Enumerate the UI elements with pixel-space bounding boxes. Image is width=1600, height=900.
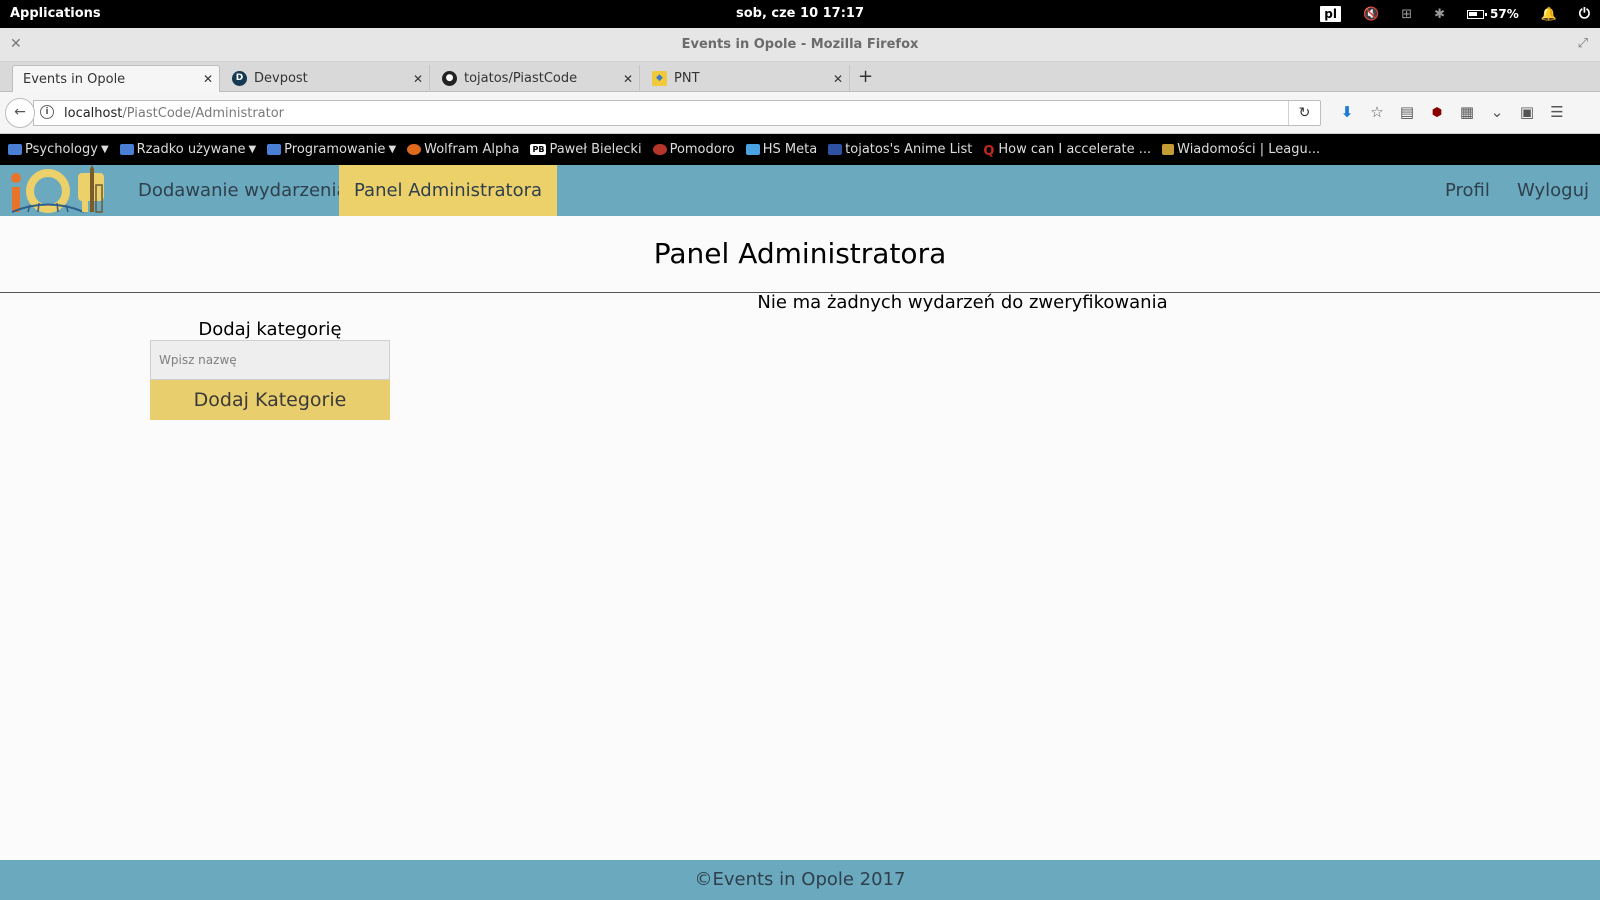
chevron-down-icon: ▼ [248,144,257,155]
site-info-icon[interactable]: i [40,105,54,119]
nav-admin-panel[interactable]: Panel Administratora [339,165,558,216]
window-maximize-icon[interactable]: ⤢ [1578,36,1588,51]
bookmark-label: Paweł Bielecki [549,142,642,157]
extension-icon[interactable]: ▦ [1452,103,1482,121]
os-top-panel: Applications sob, cze 10 17:17 pl 🔇 ⊞ ✱ … [0,0,1600,28]
league-icon [1162,144,1175,155]
folder-icon [267,144,282,155]
hs-icon [745,144,760,155]
bookmark-pomodoro[interactable]: Pomodoro [652,142,735,157]
url-bar[interactable]: i localhost/PiastCode/Administrator ↻ [33,100,1321,126]
bookmark-wolfram-alpha[interactable]: Wolfram Alpha [407,142,519,157]
add-category-title: Dodaj kategorię [198,319,342,340]
new-tab-icon[interactable]: + [858,66,873,87]
download-icon[interactable]: ⬇ [1332,103,1362,121]
nav-logout[interactable]: Wyloguj [1502,165,1600,216]
bookmark-label: Rzadko używane [136,142,246,157]
bookmark-quora[interactable]: Q How can I accelerate ... [983,142,1152,159]
battery-indicator[interactable]: 57% [1467,7,1519,21]
tab-devpost[interactable]: D Devpost ✕ [222,65,430,92]
tab-close-icon[interactable]: ✕ [827,72,849,86]
tab-close-icon[interactable]: ✕ [197,72,219,86]
tab-label: Devpost [254,71,308,86]
quora-icon: Q [983,144,995,159]
tab-strip: Events in Opole ✕ D Devpost ✕ ● tojatos/… [0,62,1600,92]
bookmark-label: Psychology [25,142,98,157]
bookmark-star-icon[interactable]: ☆ [1362,103,1392,121]
category-name-input[interactable] [150,340,390,380]
tab-label: PNT [674,71,700,86]
no-events-message: Nie ma żadnych wydarzeń do zweryfikowani… [757,292,1168,313]
folder-icon [119,144,134,155]
bookmark-label: Pomodoro [669,142,735,157]
nav-add-event[interactable]: Dodawanie wydarzenia [123,165,362,216]
nav-profile[interactable]: Profil [1430,165,1505,216]
back-button[interactable]: ← [5,98,35,128]
pnt-icon: ◆ [652,71,667,86]
window-titlebar: ✕ Events in Opole - Mozilla Firefox ⤢ [0,28,1600,62]
network-icon[interactable]: ⊞ [1401,7,1412,22]
bookmark-label: Programowanie [284,142,386,157]
web-page: Dodawanie wydarzenia Panel Administrator… [0,165,1600,900]
sync-icon[interactable]: ▣ [1512,103,1542,121]
menu-icon[interactable]: ☰ [1542,103,1572,121]
tab-close-icon[interactable]: ✕ [617,72,639,86]
window-title: Events in Opole - Mozilla Firefox [681,37,919,52]
navigation-toolbar: i localhost/PiastCode/Administrator ↻ ← … [0,92,1600,134]
bookmark-label: HS Meta [762,142,818,157]
site-navbar: Dodawanie wydarzenia Panel Administrator… [0,165,1600,216]
pb-icon: PB [530,144,547,155]
bookmark-league[interactable]: Wiadomości | Leagu... [1162,142,1320,157]
ublock-icon[interactable]: ⬢ [1422,105,1452,119]
page-title: Panel Administratora [653,237,947,270]
keyboard-layout-indicator[interactable]: pl [1320,6,1341,22]
bookmark-label: How can I accelerate ... [998,142,1152,157]
bookmark-anime-list[interactable]: tojatos's Anime List [828,142,972,157]
battery-icon [1467,9,1487,19]
toolbar-icons: ⬇ ☆ ▤ ⬢ ▦ ⌄ ▣ ☰ [1332,103,1572,121]
add-category-button[interactable]: Dodaj Kategorie [150,380,390,420]
bookmark-folder-rzadko[interactable]: Rzadko używane ▼ [119,142,257,157]
url-host: localhost [64,106,123,121]
url-text: localhost/PiastCode/Administrator [64,106,284,121]
power-icon[interactable]: ⏻ [1579,6,1590,22]
battery-percent: 57% [1490,7,1519,21]
bookmark-folder-programowanie[interactable]: Programowanie ▼ [267,142,396,157]
volume-muted-icon[interactable]: 🔇 [1363,7,1379,22]
wolfram-icon [407,144,422,155]
site-footer: ©Events in Opole 2017 [0,860,1600,900]
bluetooth-icon[interactable]: ✱ [1434,7,1445,22]
tab-label: tojatos/PiastCode [464,71,578,86]
bookmark-label: Wolfram Alpha [424,142,520,157]
folder-icon [8,144,22,155]
system-tray: pl 🔇 ⊞ ✱ 57% 🔔 ⏻ [1320,3,1590,25]
reload-icon[interactable]: ↻ [1288,101,1320,125]
tab-label: Events in Opole [23,71,126,87]
tab-pnt[interactable]: ◆ PNT ✕ [642,65,850,92]
site-logo[interactable] [8,165,112,216]
mal-icon [828,144,843,155]
bookmark-folder-psychology[interactable]: Psychology ▼ [8,142,109,157]
bookmark-pawel-bielecki[interactable]: PB Paweł Bielecki [530,142,642,157]
bookmarks-toolbar: Psychology ▼ Rzadko używane ▼ Programowani… [0,134,1600,165]
bookmark-label: tojatos's Anime List [845,142,973,157]
bookmark-label: Wiadomości | Leagu... [1177,142,1321,157]
url-path: /PiastCode/Administrator [122,106,285,121]
reading-list-icon[interactable]: ▤ [1392,103,1422,121]
devpost-icon: D [232,71,247,86]
tomato-icon [652,144,667,155]
chevron-down-icon: ▼ [100,144,109,155]
chevron-down-icon[interactable]: ⌄ [1482,103,1512,121]
tab-events-in-opole[interactable]: Events in Opole ✕ [12,65,220,92]
tab-close-icon[interactable]: ✕ [407,72,429,86]
github-icon: ● [442,71,457,86]
notification-bell-icon[interactable]: 🔔 [1541,7,1557,22]
bookmark-hs-meta[interactable]: HS Meta [745,142,818,157]
chevron-down-icon: ▼ [388,144,397,155]
tab-piastcode[interactable]: ● tojatos/PiastCode ✕ [432,65,640,92]
